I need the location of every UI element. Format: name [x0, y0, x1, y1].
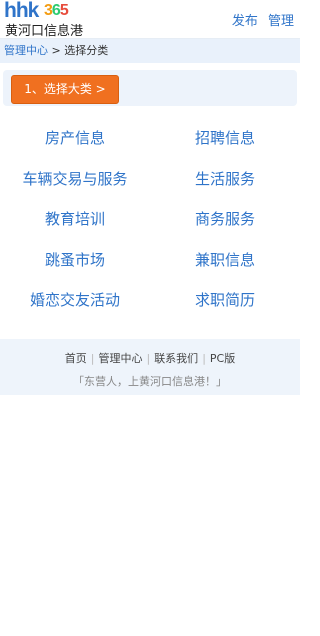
step-panel: 1、选择大类 >: [3, 70, 297, 106]
category-link[interactable]: 房产信息: [0, 118, 150, 158]
logo-digits: 365: [44, 2, 69, 19]
category-link[interactable]: 兼职信息: [150, 240, 300, 280]
footer-links: 首页 | 管理中心 | 联系我们 | PC版: [0, 339, 300, 366]
header: hhk 365 黄河口信息港 发布 管理: [0, 0, 300, 39]
choose-category-button[interactable]: 1、选择大类 >: [11, 75, 119, 104]
category-grid: 房产信息 招聘信息 车辆交易与服务 生活服务 教育培训 商务服务 跳蚤市场 兼职…: [0, 118, 300, 321]
footer-separator: |: [146, 352, 151, 365]
footer: 首页 | 管理中心 | 联系我们 | PC版 「东营人，上黄河口信息港！」: [0, 339, 300, 395]
category-row: 车辆交易与服务 生活服务: [0, 159, 300, 200]
breadcrumb-current: 选择分类: [64, 44, 109, 57]
category-row: 房产信息 招聘信息: [0, 118, 300, 159]
category-link[interactable]: 教育培训: [0, 199, 150, 239]
breadcrumb-separator: >: [48, 44, 65, 57]
category-link[interactable]: 婚恋交友活动: [0, 280, 150, 320]
footer-pc-link[interactable]: PC版: [210, 352, 235, 365]
category-link[interactable]: 跳蚤市场: [0, 240, 150, 280]
category-link[interactable]: 商务服务: [150, 199, 300, 239]
category-row: 婚恋交友活动 求职简历: [0, 280, 300, 321]
footer-slogan: 「东营人，上黄河口信息港！」: [73, 375, 227, 388]
footer-home-link[interactable]: 首页: [65, 352, 87, 365]
category-row: 跳蚤市场 兼职信息: [0, 240, 300, 281]
publish-link[interactable]: 发布: [232, 14, 258, 29]
footer-separator: |: [90, 352, 95, 365]
category-row: 教育培训 商务服务: [0, 199, 300, 240]
footer-separator: |: [202, 352, 206, 365]
category-link[interactable]: 车辆交易与服务: [0, 159, 150, 199]
breadcrumb: 管理中心 > 选择分类: [0, 39, 300, 63]
logo-mark: hhk 365: [4, 0, 92, 22]
footer-manage-link[interactable]: 管理中心: [98, 352, 142, 365]
category-link[interactable]: 生活服务: [150, 159, 300, 199]
category-link[interactable]: 招聘信息: [150, 118, 300, 158]
logo-subtitle: 黄河口信息港: [5, 24, 84, 39]
manage-link[interactable]: 管理: [268, 14, 294, 29]
site-logo[interactable]: hhk 365 黄河口信息港: [4, 0, 92, 39]
breadcrumb-home-link[interactable]: 管理中心: [4, 44, 48, 57]
header-links: 发布 管理: [226, 10, 294, 29]
category-link[interactable]: 求职简历: [150, 280, 300, 320]
footer-contact-link[interactable]: 联系我们: [154, 352, 198, 365]
